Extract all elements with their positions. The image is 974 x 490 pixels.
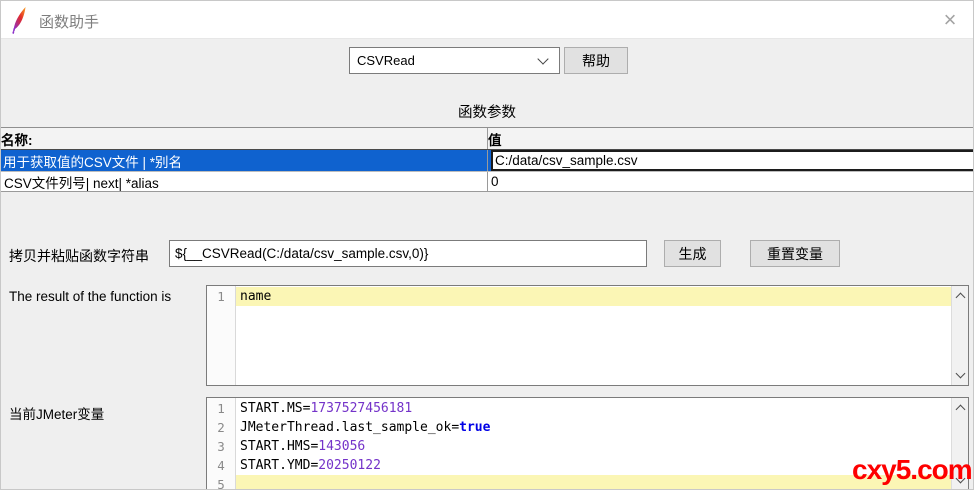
scroll-up-icon[interactable] — [955, 293, 965, 303]
variable-line: START.MS=1737527456181 — [236, 399, 951, 418]
generate-button[interactable]: 生成 — [664, 240, 721, 267]
section-title-function-params: 函数参数 — [1, 101, 973, 122]
result-line: name — [236, 287, 951, 306]
line-number-gutter: 1 — [207, 286, 236, 385]
help-button[interactable]: 帮助 — [564, 47, 628, 74]
jmeter-variables-label: 当前JMeter变量 — [9, 403, 104, 423]
result-label: The result of the function is — [9, 289, 171, 304]
param-value-cell[interactable]: 0 — [488, 172, 974, 191]
function-select[interactable]: CSVRead — [349, 47, 560, 74]
column-header-value: 值 — [488, 128, 974, 149]
params-table: 名称: 值 用于获取值的CSV文件 | *别名 C:/data/csv_samp… — [1, 127, 974, 192]
chevron-down-icon — [537, 53, 548, 64]
variable-line: START.YMD=20250122 — [236, 456, 951, 475]
variable-line: START.HMS=143056 — [236, 437, 951, 456]
title-bar: 函数助手 × — [1, 1, 973, 39]
jmeter-feather-icon — [11, 6, 28, 40]
result-content[interactable]: name — [236, 286, 951, 385]
table-row[interactable]: CSV文件列号| next| *alias 0 — [1, 171, 974, 192]
param-value-cell: C:/data/csv_sample.csv — [488, 150, 974, 171]
param-name-cell[interactable]: CSV文件列号| next| *alias — [1, 172, 488, 191]
variables-content[interactable]: START.MS=1737527456181 JMeterThread.last… — [236, 398, 951, 490]
function-select-value: CSVRead — [350, 53, 539, 68]
watermark: cxy5.com — [852, 454, 972, 486]
param-value-editor[interactable]: C:/data/csv_sample.csv — [491, 150, 974, 171]
window-title: 函数助手 — [39, 11, 99, 32]
function-string-input[interactable] — [169, 240, 647, 267]
variable-line: JMeterThread.last_sample_ok=true — [236, 418, 951, 437]
param-name-cell[interactable]: 用于获取值的CSV文件 | *别名 — [1, 150, 488, 171]
vertical-scrollbar[interactable] — [951, 286, 968, 385]
close-icon[interactable]: × — [935, 5, 965, 35]
result-textarea[interactable]: 1 name — [206, 285, 969, 386]
scroll-down-icon[interactable] — [955, 369, 965, 379]
reset-variables-button[interactable]: 重置变量 — [750, 240, 840, 267]
variable-line-current — [236, 475, 951, 490]
column-header-name: 名称: — [1, 128, 488, 149]
scroll-up-icon[interactable] — [955, 405, 965, 415]
function-string-label: 拷贝并粘贴函数字符串 — [9, 246, 149, 266]
table-row-selected[interactable]: 用于获取值的CSV文件 | *别名 C:/data/csv_sample.csv — [1, 150, 974, 171]
line-number-gutter: 1 2 3 4 5 — [207, 398, 236, 490]
params-table-header: 名称: 值 — [1, 128, 974, 150]
function-helper-dialog: 函数助手 × CSVRead 帮助 函数参数 名称: 值 用于获取值的CSV文件… — [0, 0, 974, 490]
